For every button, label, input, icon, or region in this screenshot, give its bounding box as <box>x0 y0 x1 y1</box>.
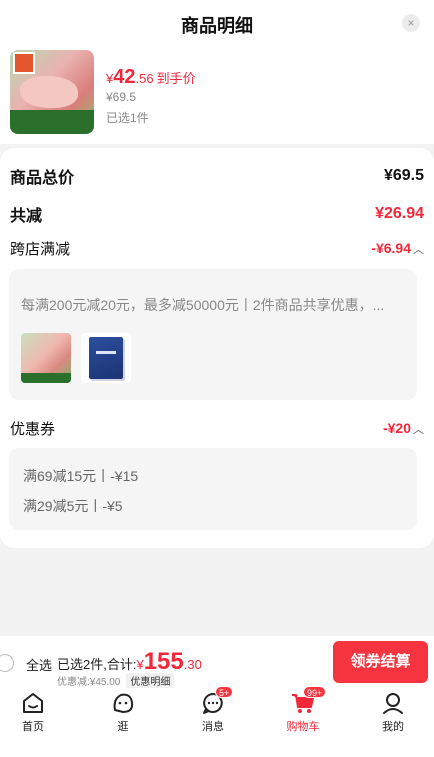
coupon-item: 满29减5元丨-¥5 <box>23 498 123 514</box>
discount-detail-button[interactable]: 优惠明细 <box>126 673 175 688</box>
original-price: ¥69.5 <box>106 90 137 104</box>
bottom-bar: 全选 已选2件,合计:¥155.30 优惠减:¥45.00 优惠明细 领券结算 首… <box>0 636 434 757</box>
sheet-header: 商品明细 × <box>0 0 434 44</box>
final-price: ¥42.56 到手价 <box>106 66 196 88</box>
store-discount-row[interactable]: 跨店满减 -¥6.94 ︿ <box>10 238 424 259</box>
tab-profile[interactable]: 我的 <box>363 690 423 734</box>
coupon-row[interactable]: 优惠券 -¥20 ︿ <box>10 418 424 439</box>
total-price-label: 商品总价 <box>10 170 75 187</box>
price-breakdown-card: 商品总价 ¥69.5 共减 ¥26.94 跨店满减 -¥6.94 ︿ 每满200元… <box>0 148 434 548</box>
total-reduction-row: 共减 ¥26.94 <box>10 202 424 226</box>
product-detail-sheet: 商品明细 × ¥42.56 到手价 ¥69.5 已选1件 商品总价 ¥69.5 共… <box>0 0 434 548</box>
home-icon <box>20 690 46 716</box>
close-icon[interactable]: × <box>402 14 420 32</box>
select-all-radio[interactable] <box>0 654 14 672</box>
coupon-label: 优惠券 <box>10 421 56 438</box>
checkout-bar: 全选 已选2件,合计:¥155.30 优惠减:¥45.00 优惠明细 领券结算 <box>0 636 434 688</box>
discount-product-thumbnail-book[interactable] <box>81 333 131 383</box>
tab-browse[interactable]: 逛 <box>93 690 153 734</box>
tab-bar: 首页 逛 5+ 消息 99+ 购物车 我的 <box>0 686 434 757</box>
tab-home[interactable]: 首页 <box>3 690 63 734</box>
cart-icon: 99+ <box>290 686 327 716</box>
checkout-summary: 已选2件,合计:¥155.30 <box>57 648 202 675</box>
cart-badge: 99+ <box>303 686 327 698</box>
product-row: ¥42.56 到手价 ¥69.5 已选1件 <box>0 44 434 144</box>
total-reduction-value: ¥26.94 <box>375 205 424 222</box>
store-discount-description: 每满200元减20元，最多减50000元丨2件商品共享优惠，... <box>21 297 385 313</box>
selected-quantity: 已选1件 <box>106 111 149 125</box>
coupon-detail: 满69减15元丨-¥15 满29减5元丨-¥5 <box>9 448 417 530</box>
chevron-up-icon[interactable]: ︿ <box>413 424 424 436</box>
coupon-value: -¥20 <box>382 419 411 436</box>
store-discount-detail: 每满200元减20元，最多减50000元丨2件商品共享优惠，... <box>9 269 417 400</box>
store-discount-value: -¥6.94 <box>371 239 411 256</box>
total-price-value: ¥69.5 <box>383 167 424 184</box>
sheet-title: 商品明细 <box>181 16 253 36</box>
message-badge: 5+ <box>215 686 234 698</box>
select-all-label[interactable]: 全选 <box>26 655 52 674</box>
coupon-item: 满69减15元丨-¥15 <box>23 468 139 484</box>
tab-messages[interactable]: 5+ 消息 <box>183 686 243 734</box>
total-reduction-label: 共减 <box>10 208 43 225</box>
message-icon: 5+ <box>200 686 234 716</box>
store-discount-label: 跨店满减 <box>10 241 71 258</box>
total-price-row: 商品总价 ¥69.5 <box>10 164 424 188</box>
product-thumbnail[interactable] <box>10 50 94 134</box>
browse-face-icon <box>110 690 136 716</box>
checkout-discount: 优惠减:¥45.00 优惠明细 <box>57 673 175 688</box>
chevron-up-icon[interactable]: ︿ <box>413 244 424 256</box>
discount-product-thumbnail-meat[interactable] <box>21 333 71 383</box>
checkout-button[interactable]: 领券结算 <box>333 641 428 683</box>
checkout-total: ¥155.30 <box>136 648 202 675</box>
profile-icon <box>380 690 406 716</box>
tab-cart[interactable]: 99+ 购物车 <box>273 686 333 734</box>
